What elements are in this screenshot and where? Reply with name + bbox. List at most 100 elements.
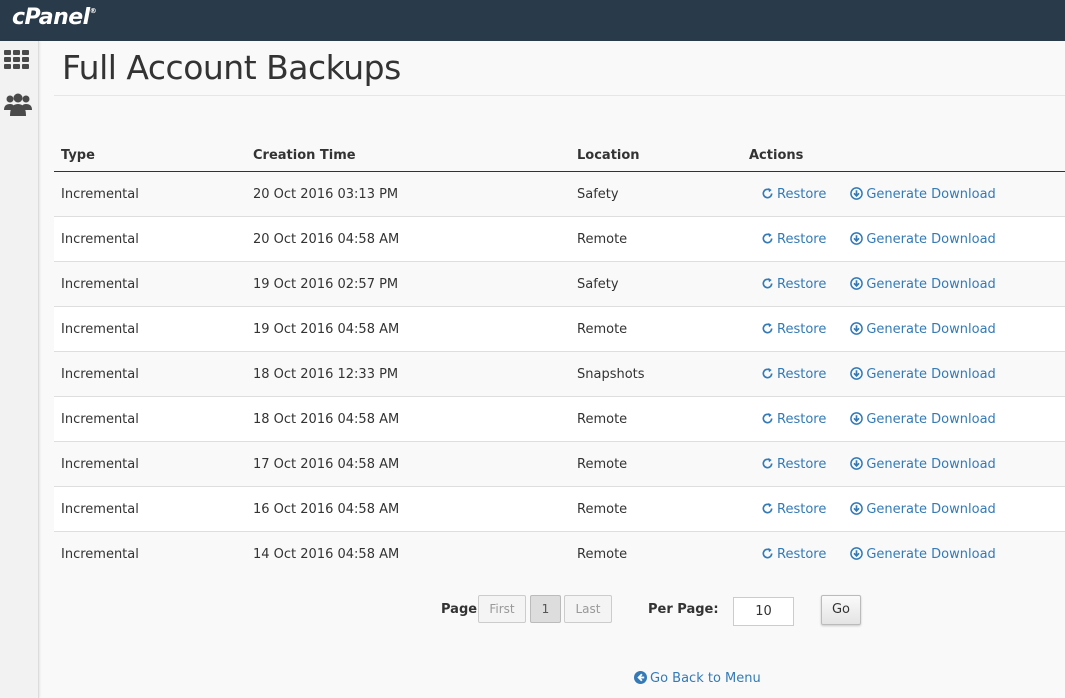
- generate-download-link[interactable]: Generate Download: [850, 276, 996, 292]
- users-icon[interactable]: [4, 92, 32, 118]
- header-actions: Actions: [742, 140, 1065, 172]
- current-page-button[interactable]: 1: [530, 595, 561, 623]
- generate-download-label: Generate Download: [866, 321, 996, 337]
- cell-creation-time: 20 Oct 2016 04:58 AM: [246, 216, 570, 262]
- restore-link[interactable]: Restore: [761, 412, 826, 427]
- restore-link[interactable]: Restore: [761, 547, 826, 562]
- download-circle-icon: [850, 321, 864, 335]
- cell-location: Remote: [570, 306, 742, 352]
- header-type[interactable]: Type: [54, 140, 246, 172]
- generate-download-link[interactable]: Generate Download: [850, 501, 996, 517]
- cell-creation-time: 20 Oct 2016 03:13 PM: [246, 171, 570, 217]
- cell-actions: Restore Generate Download: [742, 396, 1065, 442]
- cell-actions: Restore Generate Download: [742, 531, 1065, 576]
- cell-location: Remote: [570, 441, 742, 487]
- cell-location: Remote: [570, 531, 742, 576]
- restore-link[interactable]: Restore: [761, 502, 826, 517]
- refresh-icon: [762, 547, 773, 558]
- cell-creation-time: 16 Oct 2016 04:58 AM: [246, 486, 570, 532]
- cell-type: Incremental: [54, 261, 246, 307]
- table-row: Incremental 20 Oct 2016 03:13 PM Safety Res…: [54, 171, 1065, 217]
- restore-link[interactable]: Restore: [761, 367, 826, 382]
- cell-creation-time: 19 Oct 2016 04:58 AM: [246, 306, 570, 352]
- header-location[interactable]: Location: [570, 140, 742, 172]
- per-page-input[interactable]: [733, 597, 794, 626]
- refresh-icon: [762, 367, 773, 378]
- cell-location: Remote: [570, 216, 742, 262]
- per-page-label: Per Page:: [648, 602, 719, 617]
- restore-label: Restore: [777, 411, 827, 427]
- cpanel-logo[interactable]: cPanel®: [12, 5, 97, 30]
- go-back-label: Go Back to Menu: [650, 671, 761, 686]
- restore-label: Restore: [777, 501, 827, 517]
- refresh-icon: [762, 502, 773, 513]
- download-circle-icon: [850, 186, 864, 200]
- generate-download-link[interactable]: Generate Download: [850, 232, 996, 247]
- download-circle-icon: [850, 501, 864, 515]
- restore-label: Restore: [777, 366, 827, 382]
- generate-download-label: Generate Download: [866, 186, 996, 202]
- restore-link[interactable]: Restore: [761, 187, 826, 202]
- restore-label: Restore: [777, 456, 827, 472]
- download-circle-icon: [850, 411, 864, 425]
- generate-download-link[interactable]: Generate Download: [850, 186, 996, 202]
- table-row: Incremental 17 Oct 2016 04:58 AM Remote Res…: [54, 441, 1065, 487]
- refresh-icon: [762, 277, 773, 288]
- generate-download-label: Generate Download: [866, 276, 996, 292]
- generate-download-label: Generate Download: [866, 546, 996, 562]
- download-circle-icon: [850, 366, 864, 380]
- table-row: Incremental 16 Oct 2016 04:58 AM Remote Res…: [54, 486, 1065, 532]
- generate-download-link[interactable]: Generate Download: [850, 456, 996, 472]
- cell-actions: Restore Generate Download: [742, 351, 1065, 397]
- first-page-button[interactable]: First: [478, 595, 526, 623]
- cell-actions: Restore Generate Download: [742, 216, 1065, 262]
- cell-creation-time: 18 Oct 2016 04:58 AM: [246, 396, 570, 442]
- go-button[interactable]: Go: [821, 595, 861, 625]
- table-row: Incremental 14 Oct 2016 04:58 AM Remote Res…: [54, 531, 1065, 576]
- cell-type: Incremental: [54, 486, 246, 532]
- table-row: Incremental 20 Oct 2016 04:58 AM Remote Res…: [54, 216, 1065, 262]
- cell-type: Incremental: [54, 351, 246, 397]
- backups-table: Type Creation Time Location Actions Incr…: [54, 140, 1065, 576]
- grid-icon[interactable]: [4, 50, 32, 76]
- page-label: Page:: [441, 602, 483, 617]
- generate-download-link[interactable]: Generate Download: [850, 321, 996, 337]
- generate-download-label: Generate Download: [866, 456, 996, 472]
- restore-link[interactable]: Restore: [761, 232, 826, 247]
- cell-type: Incremental: [54, 531, 246, 576]
- restore-link[interactable]: Restore: [761, 457, 826, 472]
- download-circle-icon: [850, 546, 864, 560]
- restore-label: Restore: [777, 276, 827, 292]
- cell-location: Safety: [570, 171, 742, 217]
- top-bar: cPanel®: [0, 0, 1065, 41]
- table-header-row: Type Creation Time Location Actions: [54, 140, 1065, 172]
- restore-link[interactable]: Restore: [761, 277, 826, 292]
- cell-type: Incremental: [54, 441, 246, 487]
- restore-label: Restore: [777, 321, 827, 337]
- cell-type: Incremental: [54, 171, 246, 217]
- refresh-icon: [762, 232, 773, 243]
- restore-link[interactable]: Restore: [761, 322, 826, 337]
- cell-type: Incremental: [54, 306, 246, 352]
- header-creation-time[interactable]: Creation Time: [246, 140, 570, 172]
- title-divider: [54, 95, 1065, 96]
- table-row: Incremental 18 Oct 2016 04:58 AM Remote Res…: [54, 396, 1065, 442]
- generate-download-link[interactable]: Generate Download: [850, 411, 996, 427]
- restore-label: Restore: [777, 546, 827, 562]
- sidebar: [0, 41, 39, 698]
- generate-download-link[interactable]: Generate Download: [850, 546, 996, 562]
- restore-label: Restore: [777, 186, 827, 202]
- table-row: Incremental 18 Oct 2016 12:33 PM Snapshots…: [54, 351, 1065, 397]
- cell-location: Safety: [570, 261, 742, 307]
- refresh-icon: [762, 412, 773, 423]
- generate-download-label: Generate Download: [866, 366, 996, 382]
- cell-creation-time: 14 Oct 2016 04:58 AM: [246, 531, 570, 576]
- last-page-button[interactable]: Last: [564, 595, 612, 623]
- download-circle-icon: [850, 456, 864, 470]
- generate-download-label: Generate Download: [866, 501, 996, 517]
- generate-download-link[interactable]: Generate Download: [850, 366, 996, 382]
- go-back-to-menu-link[interactable]: Go Back to Menu: [634, 671, 761, 686]
- cell-location: Remote: [570, 486, 742, 532]
- refresh-icon: [762, 457, 773, 468]
- page-title: Full Account Backups: [62, 48, 401, 87]
